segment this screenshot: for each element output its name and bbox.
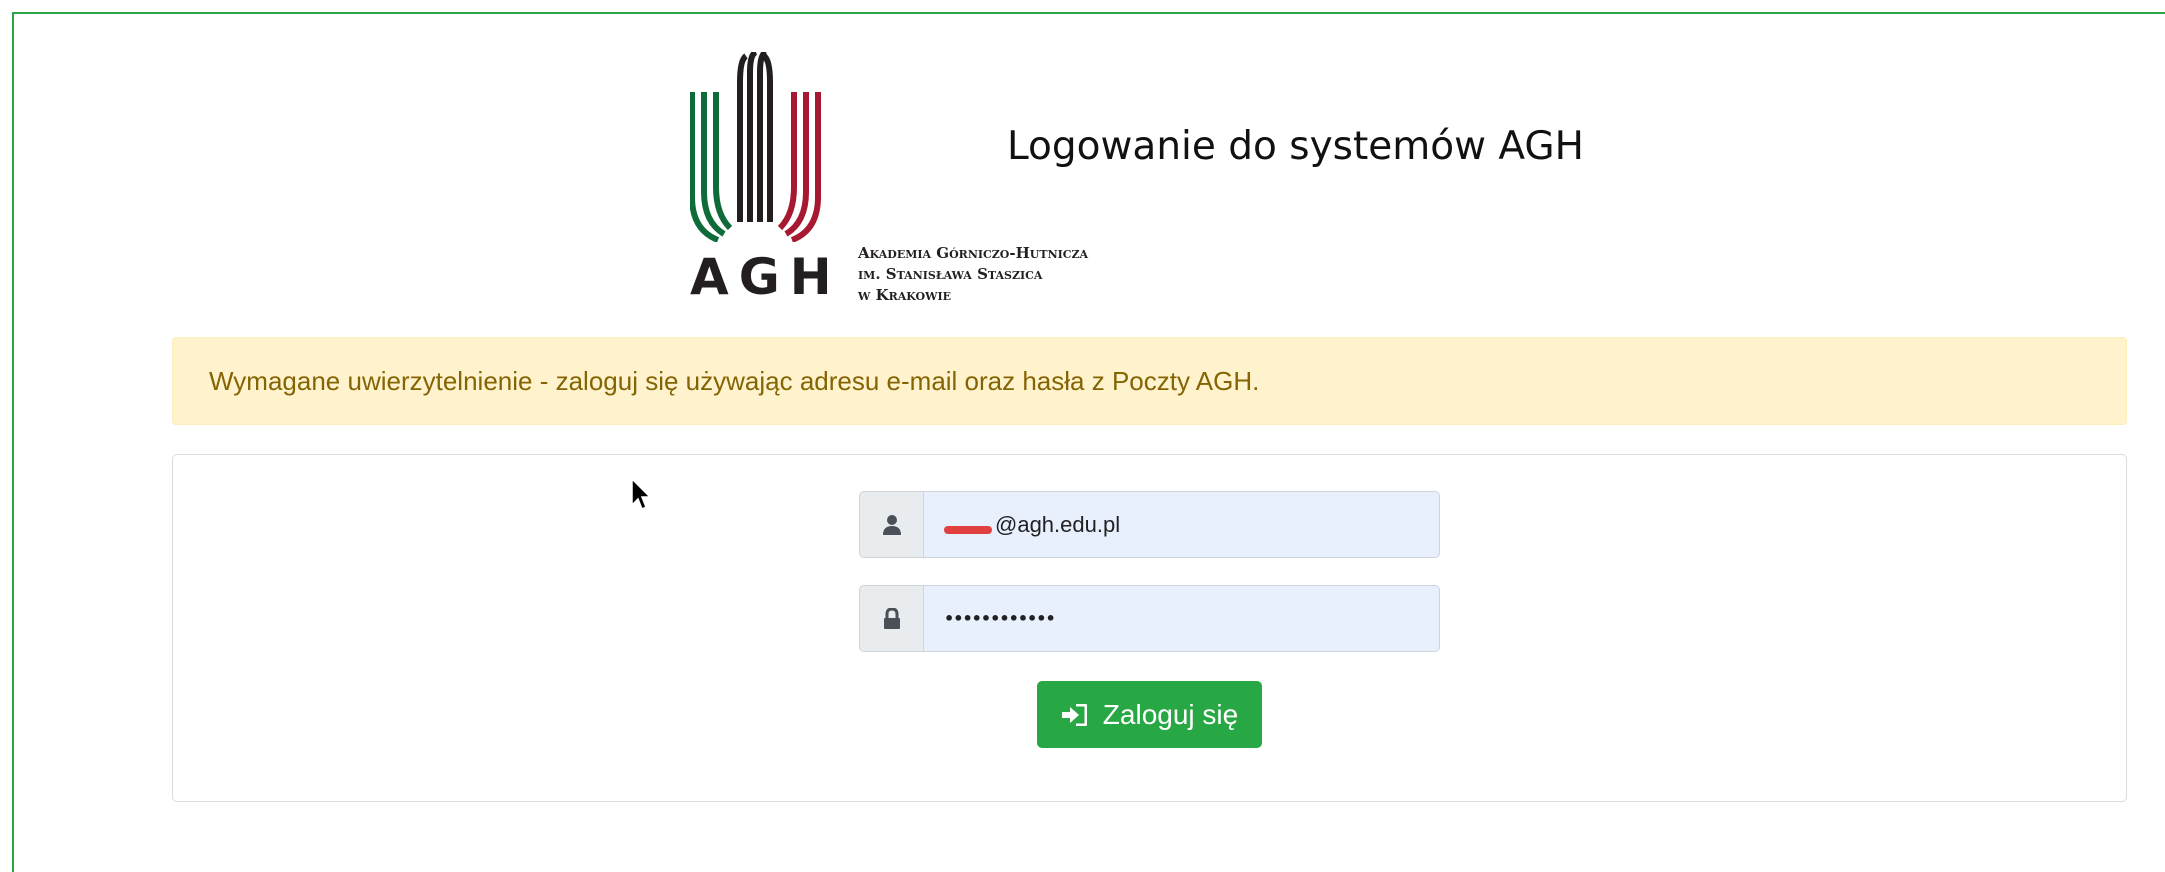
logo-subtitle-line: Akademia Górniczo-Hutnicza bbox=[858, 244, 1089, 262]
page-title: Logowanie do systemów AGH bbox=[1007, 124, 1584, 169]
email-domain: @agh.edu.pl bbox=[995, 511, 1121, 537]
agh-logo-emblem bbox=[690, 52, 821, 242]
login-button[interactable]: Zaloguj się bbox=[1037, 681, 1262, 748]
agh-logo: AGH Akademia Górniczo-Hutnicza im. Stani… bbox=[690, 52, 1130, 312]
mouse-cursor-icon bbox=[631, 478, 652, 511]
logo-letters: AGH bbox=[690, 248, 842, 306]
lock-icon bbox=[859, 585, 923, 652]
sign-in-icon bbox=[1061, 703, 1087, 726]
logo-subtitle-line: w Krakowie bbox=[858, 286, 952, 304]
logo-subtitle-line: im. Stanisława Staszica bbox=[858, 265, 1043, 283]
username-input-group: @agh.edu.pl bbox=[859, 491, 1440, 558]
password-input-group: •••••••••••• bbox=[859, 585, 1440, 652]
email-field[interactable]: @agh.edu.pl bbox=[923, 491, 1440, 558]
redacted-username bbox=[944, 525, 992, 534]
login-button-label: Zaloguj się bbox=[1102, 698, 1239, 730]
logo-subtitle: Akademia Górniczo-Hutnicza im. Stanisław… bbox=[858, 243, 1138, 306]
auth-warning-alert: Wymagane uwierzytelnienie - zaloguj się … bbox=[172, 337, 2127, 425]
password-field[interactable]: •••••••••••• bbox=[923, 585, 1440, 652]
user-icon bbox=[859, 491, 923, 558]
